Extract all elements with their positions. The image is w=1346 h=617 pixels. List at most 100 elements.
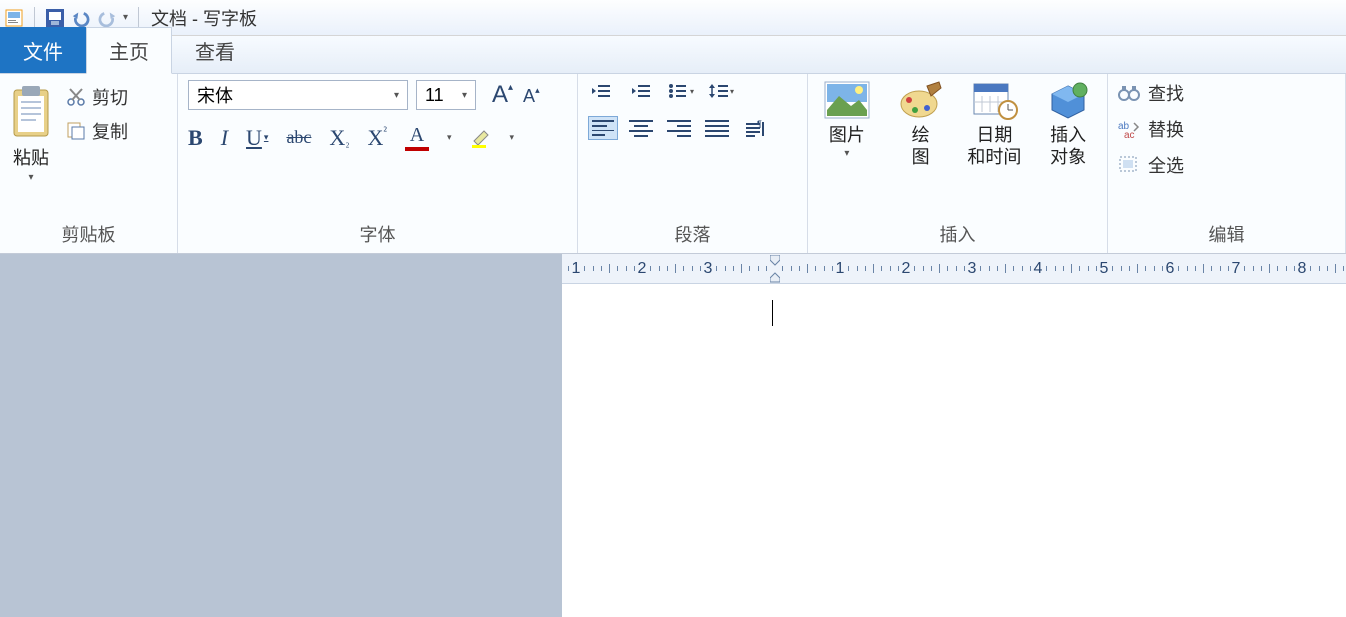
clipboard-group: 粘贴 ▾ 剪切 复制 剪贴板	[0, 74, 178, 253]
file-tab[interactable]: 文件	[0, 27, 86, 73]
binoculars-icon	[1118, 83, 1140, 103]
selectall-label: 全选	[1148, 152, 1184, 178]
decrease-indent-button[interactable]	[588, 80, 614, 102]
strikethrough-button[interactable]: abc	[286, 127, 311, 148]
document-area: 3 2 1 1 2 3 4 5 6 7 8	[0, 254, 1346, 617]
selectall-button[interactable]: 全选	[1118, 152, 1184, 178]
font-name-value: 宋体	[197, 82, 233, 108]
insert-group-label: 插入	[808, 217, 1107, 253]
ruler-number: 3	[968, 260, 977, 278]
ribbon: 粘贴 ▾ 剪切 复制 剪贴板 宋体 ▾	[0, 74, 1346, 254]
save-icon[interactable]	[45, 8, 65, 28]
grow-font-button[interactable]: A▴	[492, 81, 513, 109]
highlight-button[interactable]	[470, 127, 492, 149]
ruler-number: 6	[1166, 260, 1175, 278]
home-tab[interactable]: 主页	[86, 27, 172, 74]
insert-datetime-button[interactable]: 日期 和时间	[966, 80, 1024, 168]
paint-label: 绘 图	[912, 124, 930, 168]
find-button[interactable]: 查找	[1118, 80, 1184, 106]
document-page[interactable]	[562, 284, 1346, 617]
picture-icon	[823, 80, 871, 120]
select-all-icon	[1118, 155, 1140, 175]
paste-dropdown-icon[interactable]: ▾	[28, 172, 33, 183]
align-center-button[interactable]	[626, 116, 656, 140]
copy-label: 复制	[92, 118, 128, 144]
dropdown-icon: ▾	[462, 90, 467, 101]
insert-object-button[interactable]: 插入 对象	[1039, 80, 1097, 168]
ruler-number: 3	[704, 260, 713, 278]
ruler-number: 1	[836, 260, 845, 278]
bullet-list-button[interactable]: ▾	[668, 80, 694, 102]
copy-button[interactable]: 复制	[66, 118, 128, 144]
tab-row: 文件 主页 查看	[0, 36, 1346, 74]
svg-text:¶: ¶	[757, 119, 762, 129]
ruler-number: 2	[902, 260, 911, 278]
paragraph-group: ▾ ▾ ¶ 段落	[578, 74, 808, 253]
view-tab[interactable]: 查看	[172, 27, 258, 73]
line-spacing-button[interactable]: ▾	[708, 80, 734, 102]
cut-label: 剪切	[92, 84, 128, 110]
cut-button[interactable]: 剪切	[66, 84, 128, 110]
ruler[interactable]: 3 2 1 1 2 3 4 5 6 7 8	[562, 254, 1346, 284]
bold-button[interactable]: B	[188, 125, 203, 151]
ruler-number: 4	[1034, 260, 1043, 278]
picture-label: 图片	[829, 124, 865, 146]
ruler-number: 8	[1298, 260, 1307, 278]
underline-button[interactable]: U▾	[246, 125, 268, 151]
align-right-button[interactable]	[664, 116, 694, 140]
paragraph-group-label: 段落	[578, 217, 807, 253]
qat-customize-icon[interactable]: ▾	[123, 12, 128, 23]
copy-icon	[66, 121, 86, 141]
clipboard-group-label: 剪贴板	[0, 217, 177, 253]
document-margin	[0, 254, 562, 617]
font-size-combo[interactable]: 11 ▾	[416, 80, 476, 110]
ruler-number: 1	[572, 260, 581, 278]
find-label: 查找	[1148, 80, 1184, 106]
insert-paint-button[interactable]: 绘 图	[892, 80, 950, 168]
ruler-number: 2	[638, 260, 647, 278]
undo-icon[interactable]	[71, 8, 91, 28]
paste-label: 粘贴	[13, 144, 49, 170]
paste-button[interactable]: 粘贴 ▾	[10, 80, 52, 183]
font-color-dropdown-icon[interactable]: ▾	[447, 132, 452, 143]
highlighter-icon	[470, 127, 492, 149]
ruler-number: 7	[1232, 260, 1241, 278]
indent-marker-icon[interactable]	[770, 255, 780, 283]
dropdown-icon: ▾	[394, 90, 399, 101]
dropdown-icon: ▾	[844, 148, 849, 159]
superscript-button[interactable]: X²	[368, 125, 388, 151]
svg-text:ac: ac	[1124, 130, 1135, 139]
edit-group-label: 编辑	[1108, 217, 1345, 253]
font-size-value: 11	[425, 85, 444, 106]
font-color-button[interactable]: A	[405, 124, 429, 151]
datetime-label: 日期 和时间	[967, 124, 1021, 168]
increase-indent-button[interactable]	[628, 80, 654, 102]
app-icon[interactable]	[4, 8, 24, 28]
replace-label: 替换	[1148, 116, 1184, 142]
font-group-label: 字体	[178, 217, 577, 253]
redo-icon[interactable]	[97, 8, 117, 28]
font-group: 宋体 ▾ 11 ▾ A▴ A▴ B I U▾ abc X₂ X²	[178, 74, 578, 253]
subscript-button[interactable]: X₂	[329, 125, 349, 151]
highlight-dropdown-icon[interactable]: ▾	[510, 132, 515, 143]
object-icon	[1044, 80, 1092, 120]
text-cursor	[772, 300, 773, 326]
object-label: 插入 对象	[1050, 124, 1086, 168]
paint-icon	[897, 80, 945, 120]
align-left-button[interactable]	[588, 116, 618, 140]
shrink-font-button[interactable]: A▴	[523, 86, 540, 107]
clipboard-icon	[10, 84, 52, 138]
quick-access-toolbar: ▾	[4, 7, 143, 29]
font-name-combo[interactable]: 宋体 ▾	[188, 80, 408, 110]
italic-button[interactable]: I	[221, 125, 228, 151]
insert-picture-button[interactable]: 图片 ▾	[818, 80, 876, 159]
insert-group: 图片 ▾ 绘 图 日期 和时间 插入 对象 插入	[808, 74, 1108, 253]
paragraph-dialog-button[interactable]: ¶	[740, 116, 770, 140]
scissors-icon	[66, 87, 86, 107]
ruler-number: 5	[1100, 260, 1109, 278]
calendar-clock-icon	[970, 80, 1018, 120]
replace-icon: abac	[1118, 119, 1140, 139]
edit-group: 查找 abac 替换 全选 编辑	[1108, 74, 1346, 253]
replace-button[interactable]: abac 替换	[1118, 116, 1184, 142]
align-justify-button[interactable]	[702, 116, 732, 140]
